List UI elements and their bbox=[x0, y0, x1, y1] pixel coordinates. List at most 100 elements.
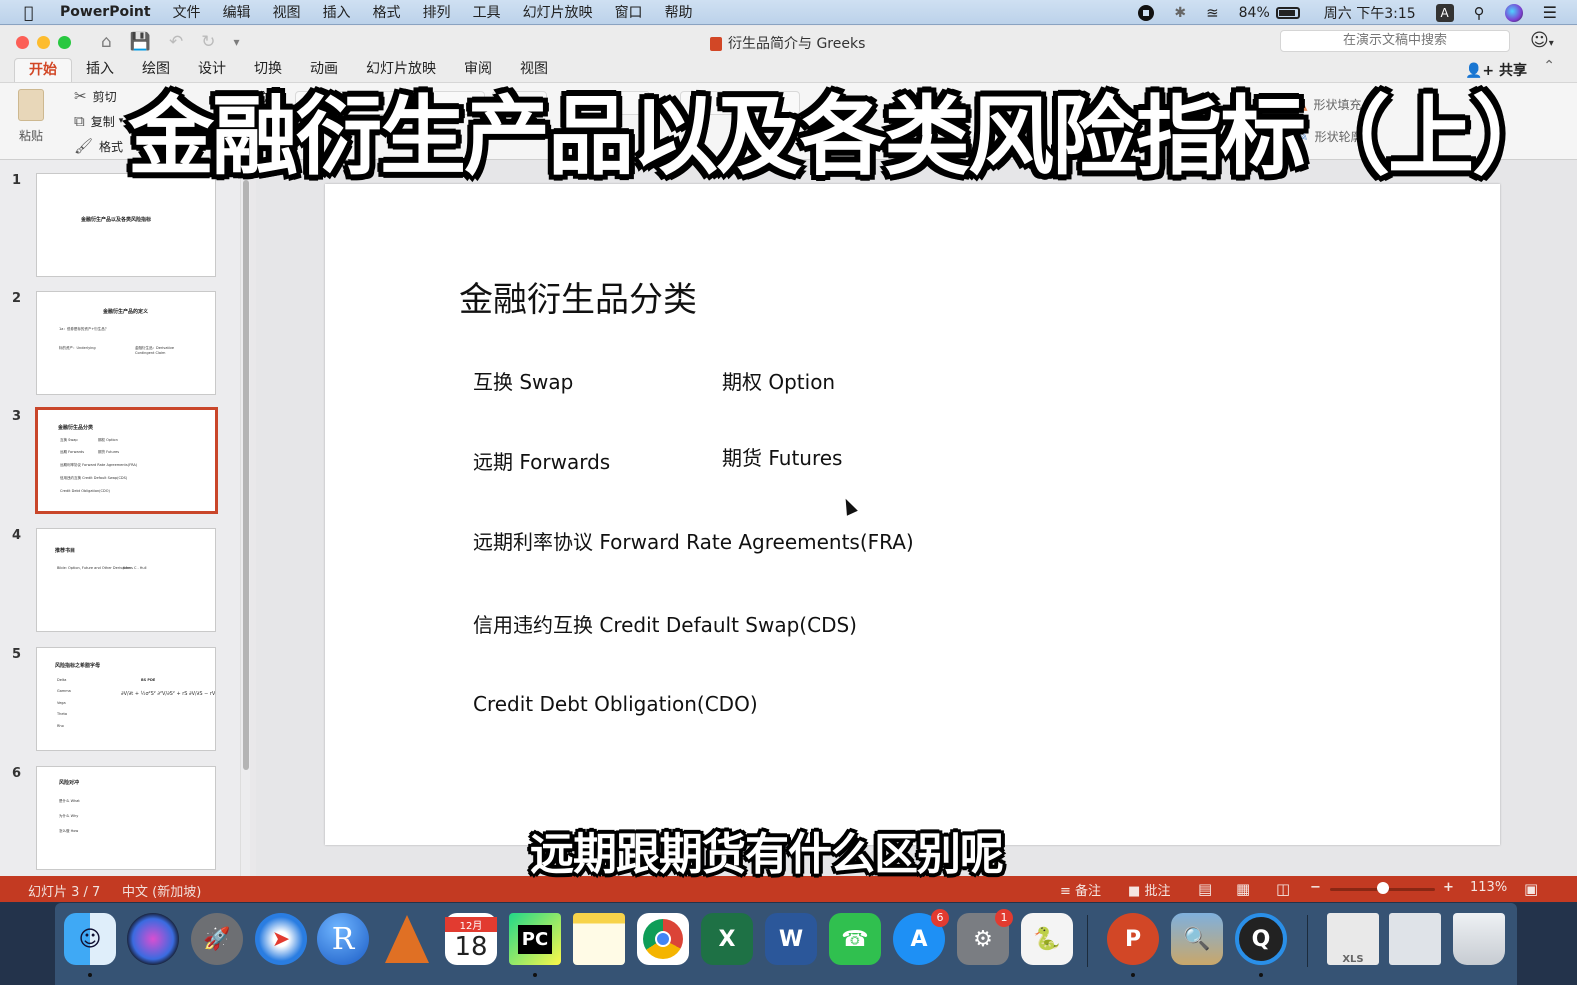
slide-item-futures[interactable]: 期货 Futures bbox=[722, 442, 842, 471]
dock-notes-icon[interactable] bbox=[573, 913, 625, 965]
thumbnail-image-selected[interactable]: 金融衍生品分类 互换 Swap 期权 Option 远期 Forwards 期货… bbox=[35, 407, 218, 514]
slide-thumbnail-pane[interactable]: 1 金融衍生产品以及各类风险指标 2 金融衍生产品的定义 1a：债券是标的资产+… bbox=[0, 160, 240, 876]
notification-center-icon[interactable]: ☰ bbox=[1543, 3, 1557, 22]
zoom-in-button[interactable]: + bbox=[1443, 880, 1454, 895]
thumbnail-image[interactable]: 风险对冲 是什么 What 为什么 Why 怎么做 How bbox=[36, 766, 216, 870]
feedback-smiley-icon[interactable]: ☺▾ bbox=[1530, 30, 1554, 51]
notes-button[interactable]: ≡ 备注 bbox=[1060, 880, 1101, 899]
menu-tools[interactable]: 工具 bbox=[473, 2, 501, 22]
home-icon[interactable]: ⌂ bbox=[101, 32, 112, 52]
tab-view[interactable]: 视图 bbox=[506, 58, 562, 82]
dock-calendar-icon[interactable]: 12月 18 bbox=[445, 913, 497, 965]
tab-design[interactable]: 设计 bbox=[184, 58, 240, 82]
slide-sorter-icon[interactable]: ▦ bbox=[1236, 880, 1250, 898]
apple-menu-icon[interactable]:  bbox=[24, 3, 40, 22]
fit-to-window-icon[interactable]: ▣ bbox=[1524, 880, 1538, 898]
paste-button[interactable]: 粘贴 bbox=[18, 89, 44, 144]
record-stop-icon[interactable] bbox=[1138, 4, 1155, 21]
slide-title[interactable]: 金融衍生品分类 bbox=[459, 272, 697, 321]
dock-launchpad-icon[interactable]: 🚀 bbox=[191, 913, 243, 965]
zoom-slider-handle[interactable] bbox=[1376, 882, 1389, 894]
tab-draw[interactable]: 绘图 bbox=[128, 58, 184, 82]
zoom-window-button[interactable] bbox=[58, 35, 71, 49]
siri-icon[interactable] bbox=[1504, 3, 1523, 22]
slide-item-fra[interactable]: 远期利率协议 Forward Rate Agreements(FRA) bbox=[473, 526, 914, 555]
scrollbar-thumb[interactable] bbox=[243, 180, 249, 770]
undo-icon[interactable]: ↶ bbox=[169, 32, 183, 52]
language-indicator[interactable]: 中文 (新加坡) bbox=[122, 881, 201, 900]
dock-trash-icon[interactable] bbox=[1453, 913, 1505, 965]
dock-pycharm-icon[interactable]: PC bbox=[509, 913, 561, 965]
battery-icon[interactable] bbox=[1275, 6, 1300, 19]
redo-icon[interactable]: ↻ bbox=[201, 32, 215, 52]
format-painter-button[interactable]: 🖌 格式 bbox=[74, 137, 123, 155]
dock-facetime-icon[interactable]: ☎ bbox=[829, 913, 881, 965]
thumbnail-scrollbar[interactable] bbox=[240, 160, 250, 876]
dock-appstore-icon[interactable]: A6 bbox=[893, 909, 949, 965]
tab-animations[interactable]: 动画 bbox=[296, 58, 352, 82]
wifi-icon[interactable]: ≊ bbox=[1206, 4, 1219, 22]
dock-powerpoint-icon[interactable]: P bbox=[1107, 913, 1159, 965]
menu-edit[interactable]: 编辑 bbox=[223, 2, 251, 22]
thumbnail-image[interactable]: 金融衍生产品的定义 1a：债券是标的资产+衍生品？ 标的资产：Underlyin… bbox=[36, 291, 216, 395]
thumbnail-image[interactable]: 风险指标之希腊字母 Delta Gamma Vega Theta Rho BS … bbox=[36, 647, 216, 751]
collapse-ribbon-icon[interactable]: ⌃ bbox=[1543, 58, 1555, 74]
slideshow-view-icon[interactable]: ◫ bbox=[1276, 880, 1290, 898]
thumb-title: 推荐书目 bbox=[55, 548, 76, 554]
dock-finder-icon[interactable]: ☺ bbox=[64, 913, 116, 965]
slide-canvas[interactable]: 金融衍生品分类 互换 Swap 期权 Option 远期 Forwards 期货… bbox=[325, 184, 1500, 845]
presentation-search-input[interactable]: 在演示文稿中搜索 bbox=[1280, 30, 1510, 52]
dock-screenshot-icon[interactable] bbox=[1389, 913, 1441, 965]
menu-format[interactable]: 格式 bbox=[373, 2, 401, 22]
comments-button[interactable]: ■ 批注 bbox=[1128, 880, 1170, 899]
tab-slideshow[interactable]: 幻灯片放映 bbox=[352, 58, 450, 82]
clock[interactable]: 周六 下午3:15 bbox=[1324, 3, 1416, 23]
menu-arrange[interactable]: 排列 bbox=[423, 2, 451, 22]
dock-quicktime-icon[interactable]: Q bbox=[1235, 913, 1287, 965]
video-subtitle: 远期跟期货有什么区别呢 bbox=[530, 829, 1004, 880]
window-titlebar: ⌂ 💾 ↶ ↻ ▾ 衍生品简介与 Greeks 在演示文稿中搜索 ☺▾ bbox=[0, 26, 1577, 58]
dock-chrome-icon[interactable] bbox=[637, 913, 689, 965]
dock-preview-icon[interactable]: 🔍 bbox=[1171, 913, 1223, 965]
share-button[interactable]: 👤+ 共享 bbox=[1465, 60, 1527, 80]
save-icon[interactable]: 💾 bbox=[130, 32, 151, 52]
tab-insert[interactable]: 插入 bbox=[72, 58, 128, 82]
dock-word-icon[interactable]: W bbox=[765, 913, 817, 965]
app-menu[interactable]: PowerPoint bbox=[60, 4, 151, 20]
slide-item-option[interactable]: 期权 Option bbox=[722, 366, 835, 395]
dock-safari-icon[interactable]: ➤ bbox=[255, 913, 307, 965]
cut-button[interactable]: ✂ 剪切 bbox=[74, 87, 117, 105]
dock-siri-icon[interactable] bbox=[127, 913, 179, 965]
dock-matlab-icon[interactable] bbox=[381, 913, 433, 965]
close-window-button[interactable] bbox=[16, 35, 29, 49]
input-method-icon[interactable]: A bbox=[1435, 3, 1454, 22]
menu-slideshow[interactable]: 幻灯片放映 bbox=[523, 2, 593, 22]
thumbnail-image[interactable]: 推荐书目 Bible: Option, Future and Other Der… bbox=[36, 528, 216, 632]
bluetooth-icon[interactable]: ✱ bbox=[1174, 5, 1186, 21]
dock-python-launcher-icon[interactable]: 🐍 bbox=[1021, 913, 1073, 965]
zoom-level[interactable]: 113% bbox=[1470, 880, 1507, 895]
customize-toolbar-icon[interactable]: ▾ bbox=[233, 35, 239, 49]
dock-r-icon[interactable]: R bbox=[317, 913, 369, 965]
menu-view[interactable]: 视图 bbox=[273, 2, 301, 22]
slide-item-swap[interactable]: 互换 Swap bbox=[473, 366, 573, 395]
dock-system-preferences-icon[interactable]: ⚙ 1 bbox=[957, 909, 1013, 965]
dock-xls-file-icon[interactable]: XLS bbox=[1327, 913, 1379, 965]
menu-window[interactable]: 窗口 bbox=[615, 2, 643, 22]
slide-item-forwards[interactable]: 远期 Forwards bbox=[473, 446, 610, 475]
thumb-line: 信用违约互换 Credit Default Swap(CDS) bbox=[60, 476, 128, 480]
tab-transitions[interactable]: 切换 bbox=[240, 58, 296, 82]
spotlight-search-icon[interactable]: ⚲ bbox=[1474, 4, 1485, 22]
slide-item-cdo[interactable]: Credit Debt Obligation(CDO) bbox=[473, 692, 758, 716]
dock-excel-icon[interactable]: X bbox=[701, 913, 753, 965]
normal-view-icon[interactable]: ▤ bbox=[1198, 880, 1212, 898]
menu-file[interactable]: 文件 bbox=[173, 2, 201, 22]
minimize-window-button[interactable] bbox=[37, 35, 50, 49]
slide-item-cds[interactable]: 信用违约互换 Credit Default Swap(CDS) bbox=[473, 609, 857, 638]
tab-review[interactable]: 审阅 bbox=[450, 58, 506, 82]
tab-home[interactable]: 开始 bbox=[14, 58, 72, 82]
menu-help[interactable]: 帮助 bbox=[665, 2, 693, 22]
copy-button[interactable]: ⧉ 复制 ▾ bbox=[74, 112, 123, 130]
zoom-out-button[interactable]: − bbox=[1310, 880, 1321, 895]
menu-insert[interactable]: 插入 bbox=[323, 2, 351, 22]
